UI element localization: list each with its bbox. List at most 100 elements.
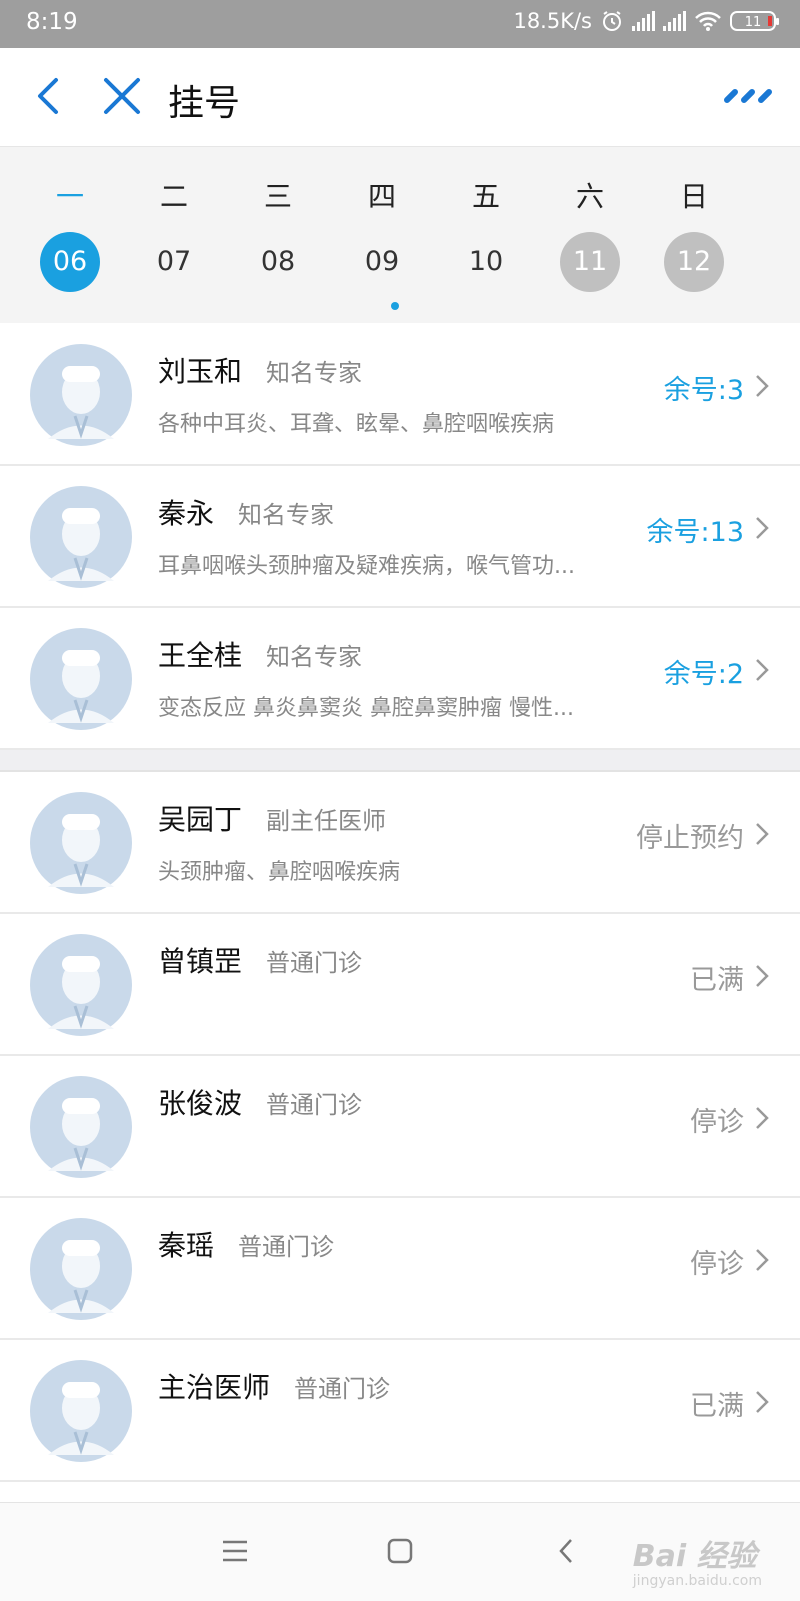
list-item[interactable]: 刘玉和 知名专家 各种中耳炎、耳聋、眩晕、鼻腔咽喉疾病 余号:3 (0, 324, 800, 466)
doctor-title: 普通门诊 (266, 949, 363, 977)
status-bar: 8:19 18.5K/s 11 (0, 0, 800, 48)
date-label: 09 (364, 246, 400, 277)
list-item[interactable]: 吴园丁 副主任医师 头颈肿瘤、鼻腔咽喉疾病 停止预约 (0, 772, 800, 914)
booking-status: 已满 (690, 965, 744, 996)
doctor-name-line: 刘玉和 知名专家 (158, 350, 362, 390)
weekday-label: 六 (575, 180, 604, 213)
chevron-right-icon (756, 1391, 769, 1413)
top-bar: 挂号 (0, 48, 800, 147)
doctor-name: 主治医师 (158, 1371, 271, 1404)
weekday-label: 一 (55, 180, 84, 213)
booking-status: 停诊 (690, 1249, 744, 1280)
doctor-name-line: 吴园丁 副主任医师 (158, 798, 386, 838)
baidu-watermark: Bai 经验 jingyan.baidu.com (633, 1531, 762, 1589)
list-item[interactable]: 秦永 知名专家 耳鼻咽喉头颈肿瘤及疑难疾病，喉气管功... 余号:13 (0, 466, 800, 608)
doctor-avatar-icon (30, 486, 132, 588)
doctor-title: 副主任医师 (266, 807, 387, 835)
list-item[interactable]: 秦瑶 普通门诊 停诊 (0, 1198, 800, 1340)
battery-icon: 11 (730, 11, 779, 31)
booking-status: 停止预约 (636, 823, 744, 854)
doctor-name: 张俊波 (158, 1087, 243, 1120)
doctor-avatar-icon (30, 1076, 132, 1178)
slots-remaining: 余号:3 (663, 375, 744, 406)
doctor-avatar-icon (30, 1360, 132, 1462)
doctor-name-line: 王全桂 知名专家 (158, 634, 362, 674)
slots-remaining: 余号:13 (646, 517, 744, 548)
doctor-avatar-icon (30, 934, 132, 1036)
menu-icon[interactable] (220, 1537, 250, 1565)
date-label: 08 (260, 246, 296, 277)
doctor-title: 普通门诊 (238, 1233, 335, 1261)
chevron-right-icon (756, 1249, 769, 1271)
chevron-right-icon (756, 517, 769, 539)
date-label: 06 (40, 232, 100, 292)
doctor-name: 秦永 (158, 497, 215, 530)
weekday-label: 三 (263, 180, 292, 213)
doctor-avatar-icon (30, 344, 132, 446)
list-item[interactable]: 主治医师 普通门诊 已满 (0, 1340, 800, 1482)
doctor-name-line: 主治医师 普通门诊 (158, 1366, 390, 1406)
section-divider (0, 750, 800, 772)
doctor-title: 知名专家 (266, 643, 363, 671)
week-date-picker: 一 06 二 07 三 08 四 09 五 10 六 11 日 12 (0, 147, 800, 323)
booking-status: 停诊 (690, 1107, 744, 1138)
page-title: 挂号 (168, 83, 241, 124)
doctor-name-line: 曾镇罡 普通门诊 (158, 940, 362, 980)
doctor-avatar-icon (30, 1218, 132, 1320)
list-item[interactable]: 王全桂 知名专家 变态反应 鼻炎鼻窦炎 鼻腔鼻窦肿瘤 慢性... 余号:2 (0, 608, 800, 750)
doctor-name: 吴园丁 (158, 803, 243, 836)
status-time: 8:19 (26, 9, 78, 35)
date-label: 11 (560, 232, 620, 292)
page-indicator-dot (391, 302, 399, 310)
doctor-specialty: 耳鼻咽喉头颈肿瘤及疑难疾病，喉气管功... (158, 554, 575, 579)
list-item[interactable]: 张俊波 普通门诊 停诊 (0, 1056, 800, 1198)
watermark-text: Bai 经验 (632, 1539, 757, 1574)
doctor-specialty: 各种中耳炎、耳聋、眩晕、鼻腔咽喉疾病 (158, 412, 555, 437)
alarm-icon (603, 11, 621, 31)
doctor-name-line: 秦瑶 普通门诊 (158, 1224, 334, 1264)
doctor-name: 王全桂 (158, 639, 243, 672)
doctor-title: 普通门诊 (266, 1091, 363, 1119)
chevron-right-icon (756, 1107, 769, 1129)
wifi-icon (695, 11, 721, 31)
doctor-specialty: 头颈肿瘤、鼻腔咽喉疾病 (158, 860, 401, 885)
close-icon[interactable] (98, 72, 146, 120)
date-label: 10 (468, 246, 504, 277)
list-item[interactable]: 曾镇罡 普通门诊 已满 (0, 914, 800, 1056)
weekday-label: 日 (679, 180, 708, 213)
booking-status: 已满 (690, 1391, 744, 1422)
doctor-name: 秦瑶 (158, 1229, 215, 1262)
slots-remaining: 余号:2 (663, 659, 744, 690)
chevron-left-icon[interactable] (26, 70, 74, 122)
doctor-name-line: 秦永 知名专家 (158, 492, 334, 532)
weekday-label: 四 (367, 180, 396, 213)
doctor-list: 刘玉和 知名专家 各种中耳炎、耳聋、眩晕、鼻腔咽喉疾病 余号:3 秦永 知名专家 耳… (0, 324, 800, 1482)
date-label: 12 (664, 232, 724, 292)
back-icon[interactable] (556, 1537, 576, 1565)
doctor-specialty: 变态反应 鼻炎鼻窦炎 鼻腔鼻窦肿瘤 慢性... (158, 696, 574, 721)
weekday-label: 二 (159, 180, 188, 213)
network-speed: 18.5K/s (513, 9, 592, 33)
doctor-name: 曾镇罡 (158, 945, 243, 978)
chevron-right-icon (756, 823, 769, 845)
battery-level: 11 (744, 15, 762, 30)
doctor-avatar-icon (30, 628, 132, 730)
chevron-right-icon (756, 375, 769, 397)
weekday-label: 五 (471, 180, 500, 213)
doctor-name: 刘玉和 (158, 355, 243, 388)
doctor-title: 知名专家 (266, 359, 363, 387)
home-square-icon[interactable] (386, 1537, 414, 1565)
status-icons: 18.5K/s 11 (513, 9, 779, 33)
date-label: 07 (156, 246, 192, 277)
hd-signal-icon (632, 11, 655, 31)
watermark-url: jingyan.baidu.com (632, 1573, 762, 1589)
more-dots-icon[interactable] (724, 86, 774, 106)
chevron-right-icon (756, 659, 769, 681)
doctor-title: 普通门诊 (294, 1375, 391, 1403)
signal-icon (663, 11, 686, 31)
doctor-name-line: 张俊波 普通门诊 (158, 1082, 362, 1122)
chevron-right-icon (756, 965, 769, 987)
system-nav-bar: Bai 经验 jingyan.baidu.com (0, 1502, 800, 1601)
doctor-title: 知名专家 (238, 501, 335, 529)
doctor-avatar-icon (30, 792, 132, 894)
